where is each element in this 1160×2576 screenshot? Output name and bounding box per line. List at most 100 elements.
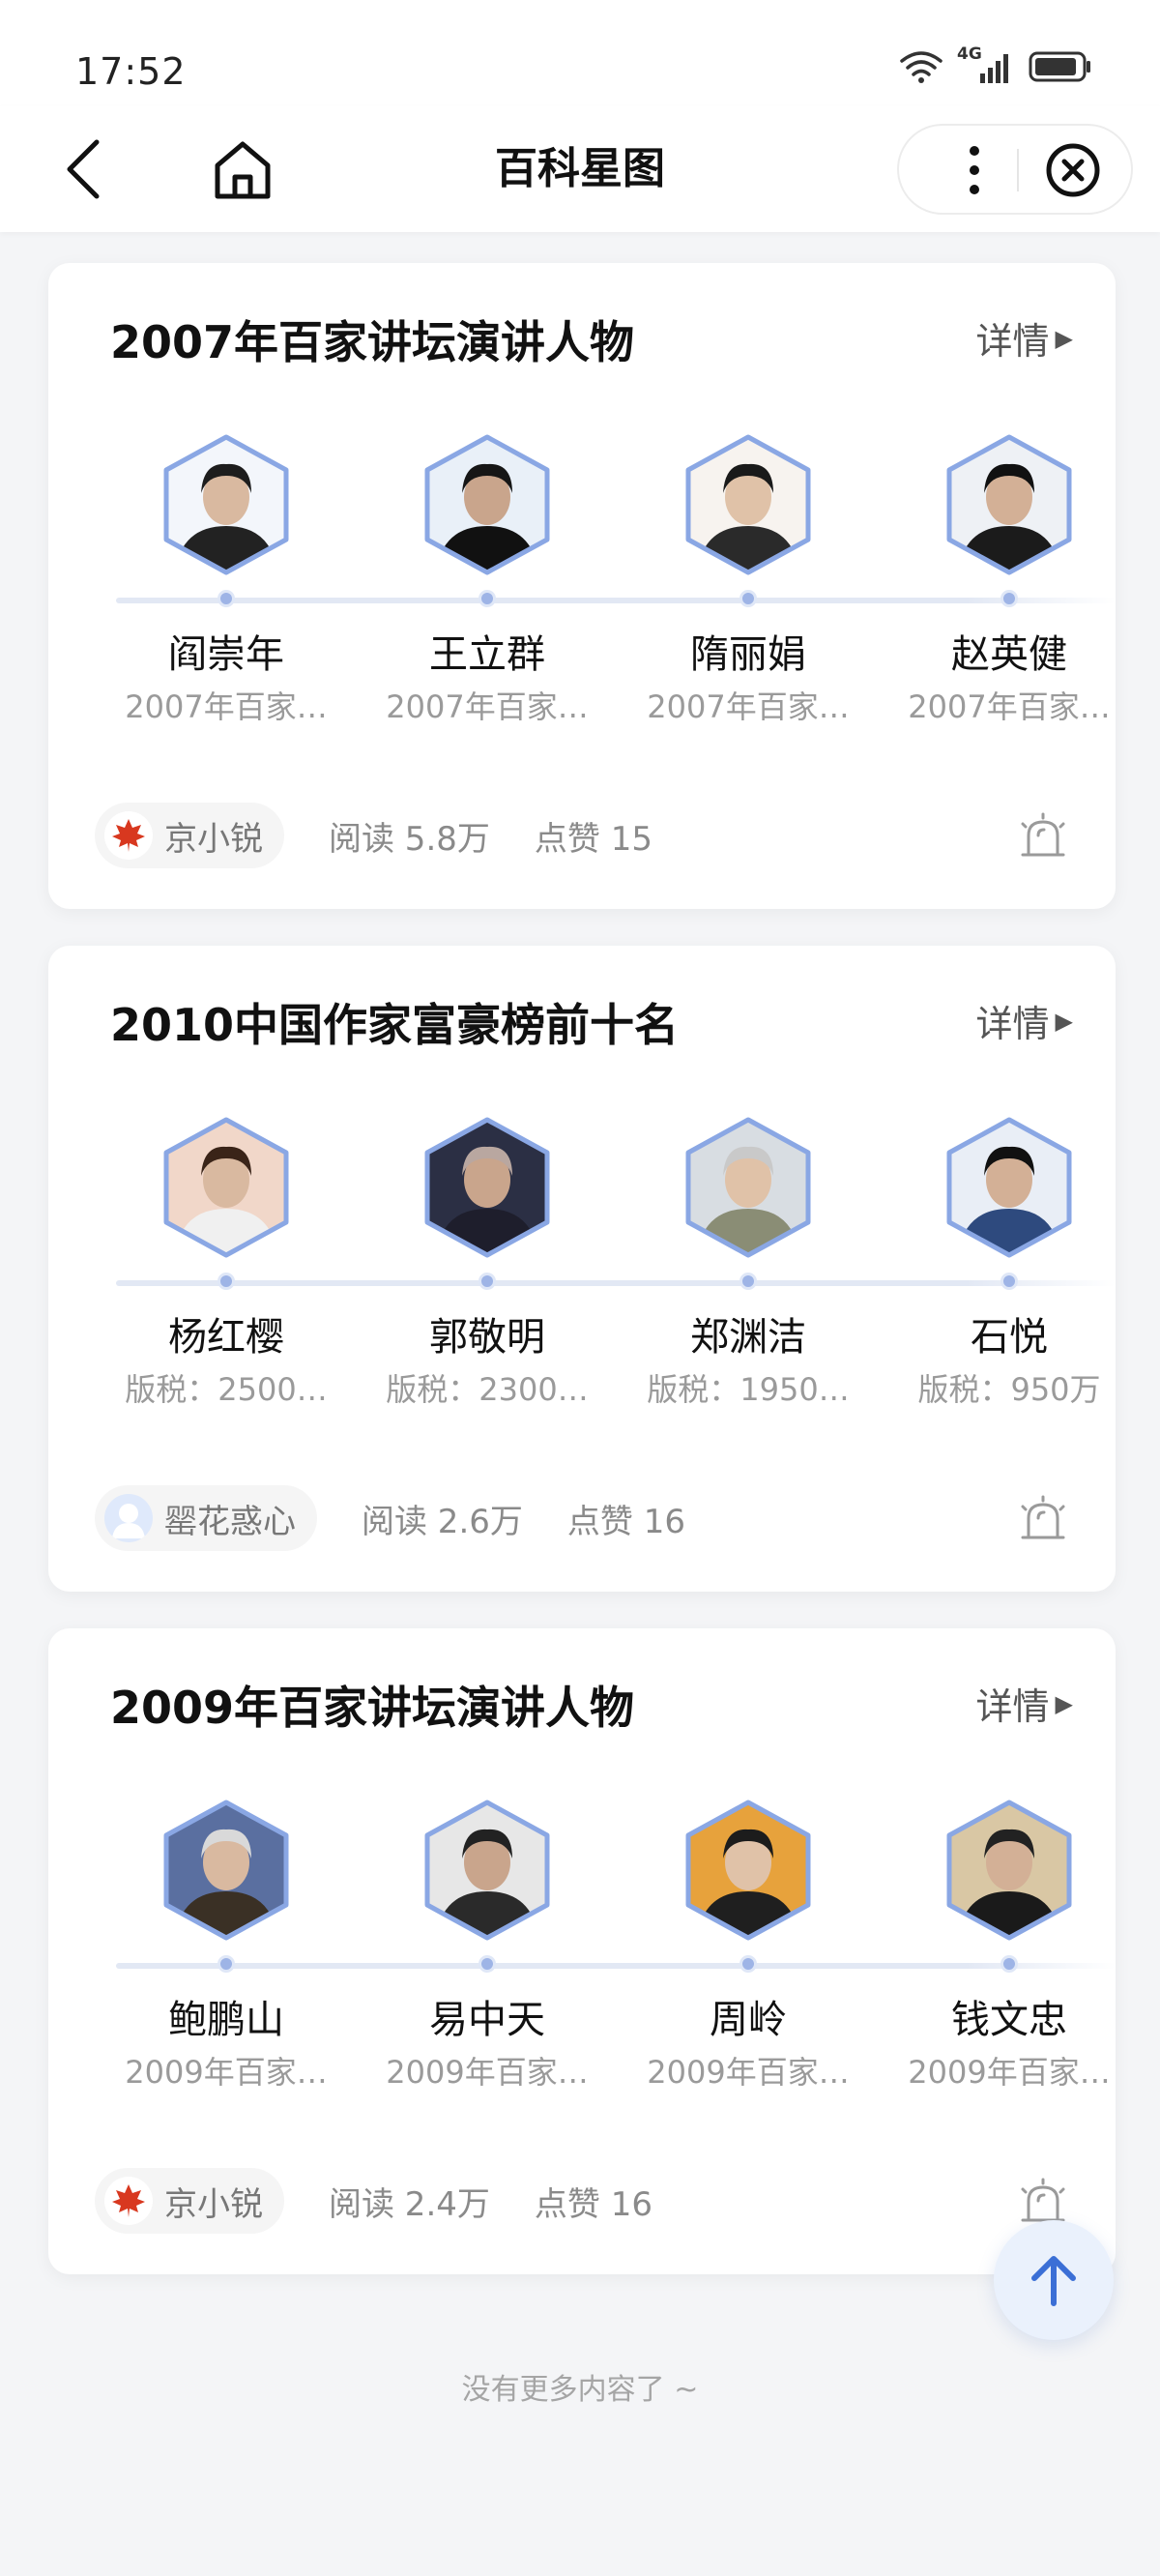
wifi-icon	[900, 51, 942, 83]
detail-link[interactable]: 详情 ▶	[976, 311, 1073, 365]
person-description: 2007年百家…	[647, 688, 850, 725]
detail-link[interactable]: 详情 ▶	[976, 1677, 1073, 1730]
alert-light-icon[interactable]	[1019, 812, 1067, 861]
status-time: 17:52	[75, 50, 187, 93]
cellular-signal-icon: 4G	[957, 44, 1015, 85]
person-description: 2009年百家…	[386, 2054, 589, 2091]
arrow-up-icon	[1031, 2256, 1076, 2306]
more-button[interactable]	[947, 143, 1001, 197]
person-avatar	[943, 433, 1075, 576]
list-card[interactable]: 2009年百家讲坛演讲人物 详情 ▶ 鲍鹏山 2009年百家… 易中天 2009年百家…	[48, 1628, 1116, 2274]
person-name: 易中天	[429, 1998, 545, 2042]
person-item[interactable]: 钱文忠 2009年百家…	[903, 1799, 1116, 2108]
person-name: 钱文忠	[951, 1998, 1067, 2042]
list-card[interactable]: 2010中国作家富豪榜前十名 详情 ▶ 杨红樱 版税：2500… 郭敬明 版税：230…	[48, 946, 1116, 1592]
like-count: 点赞 15	[534, 819, 652, 859]
capsule-divider	[1017, 149, 1019, 191]
person-description: 2007年百家…	[125, 688, 328, 725]
person-item[interactable]: 石悦 版税：950万	[903, 1116, 1116, 1425]
maple-leaf-icon	[112, 819, 145, 852]
timeline-dot	[478, 590, 496, 607]
author-chip[interactable]: 京小锐	[95, 803, 284, 868]
person-item[interactable]: 王立群 2007年百家…	[381, 433, 594, 743]
person-description: 版税：950万	[917, 1371, 1101, 1408]
author-chip[interactable]: 罂花惑心	[95, 1485, 317, 1551]
timeline-dot	[478, 1273, 496, 1290]
timeline-dot	[218, 1955, 235, 1973]
card-title: 2007年百家讲坛演讲人物	[110, 316, 635, 368]
author-name: 京小锐	[164, 819, 263, 859]
person-avatar	[421, 1799, 553, 1942]
user-avatar-icon	[112, 1504, 145, 1538]
like-count: 点赞 16	[566, 1502, 685, 1541]
alert-light-icon[interactable]	[1019, 2178, 1067, 2226]
timeline-dot	[1000, 1273, 1018, 1290]
person-description: 2009年百家…	[647, 2054, 850, 2091]
battery-icon	[1029, 51, 1090, 82]
caret-right-icon: ▶	[1055, 1689, 1073, 1717]
person-item[interactable]: 郭敬明版税：2300…	[381, 1116, 594, 1425]
author-chip[interactable]: 京小锐	[95, 2168, 284, 2234]
read-count: 阅读 2.4万	[329, 2184, 490, 2224]
card-footer: 京小锐 阅读 2.4万 点赞 16	[95, 2168, 652, 2234]
status-icons: 4G	[899, 44, 1092, 85]
person-item[interactable]: 鲍鹏山 2009年百家…	[120, 1799, 333, 2108]
detail-label: 详情	[975, 1003, 1050, 1045]
person-description: 版税：1950…	[647, 1371, 850, 1408]
person-description: 版税：2500…	[125, 1371, 328, 1408]
person-avatar	[421, 1116, 553, 1259]
person-name: 郑渊洁	[690, 1315, 806, 1360]
person-avatar	[682, 1799, 814, 1942]
person-name: 赵英健	[951, 632, 1067, 677]
card-title: 2010中国作家富豪榜前十名	[110, 999, 680, 1051]
detail-label: 详情	[975, 1685, 1050, 1728]
read-count: 阅读 5.8万	[329, 819, 490, 859]
person-name: 阎崇年	[168, 632, 284, 677]
detail-link[interactable]: 详情 ▶	[976, 994, 1073, 1047]
card-title: 2009年百家讲坛演讲人物	[110, 1682, 635, 1734]
timeline-dot	[740, 590, 757, 607]
person-item[interactable]: 隋丽娟 2007年百家…	[642, 433, 855, 743]
card-footer: 罂花惑心 阅读 2.6万 点赞 16	[95, 1485, 685, 1551]
timeline-dot	[1000, 1955, 1018, 1973]
detail-label: 详情	[975, 320, 1050, 363]
timeline-dot	[478, 1955, 496, 1973]
timeline-dot	[740, 1273, 757, 1290]
person-avatar	[682, 433, 814, 576]
person-item[interactable]: 郑渊洁版税：1950…	[642, 1116, 855, 1425]
person-avatar	[160, 1116, 292, 1259]
timeline-dot	[218, 590, 235, 607]
author-name: 罂花惑心	[164, 1502, 296, 1541]
end-of-list-text: 没有更多内容了 ~	[461, 2373, 699, 2407]
person-name: 周岭	[710, 1998, 787, 2042]
more-vertical-icon	[970, 146, 979, 194]
maple-leaf-icon	[112, 2184, 145, 2217]
close-button[interactable]	[1044, 141, 1102, 199]
person-item[interactable]: 易中天 2009年百家…	[381, 1799, 594, 2108]
person-avatar	[160, 1799, 292, 1942]
alert-light-icon[interactable]	[1019, 1495, 1067, 1543]
person-name: 郭敬明	[429, 1315, 545, 1360]
person-item[interactable]: 周岭 2009年百家…	[642, 1799, 855, 2108]
person-avatar	[943, 1799, 1075, 1942]
back-to-top-button[interactable]	[994, 2220, 1114, 2340]
read-count: 阅读 2.6万	[362, 1502, 523, 1541]
list-card[interactable]: 2007年百家讲坛演讲人物 详情 ▶ 阎崇年 2007年百家… 王立群 2007年百家…	[48, 263, 1116, 909]
timeline-dot	[740, 1955, 757, 1973]
nav-bar: 百科星图	[0, 106, 1160, 232]
close-circle-icon	[1046, 143, 1100, 197]
person-avatar	[421, 433, 553, 576]
person-name: 鲍鹏山	[168, 1998, 284, 2042]
person-item[interactable]: 阎崇年 2007年百家…	[120, 433, 333, 743]
person-name: 杨红樱	[168, 1315, 284, 1360]
person-item[interactable]: 杨红樱版税：2500…	[120, 1116, 333, 1425]
person-item[interactable]: 赵英健 2007年百家…	[903, 433, 1116, 743]
person-description: 版税：2300…	[386, 1371, 589, 1408]
card-footer: 京小锐 阅读 5.8万 点赞 15	[95, 803, 652, 868]
person-avatar	[682, 1116, 814, 1259]
person-avatar	[160, 433, 292, 576]
caret-right-icon: ▶	[1055, 1007, 1073, 1035]
like-count: 点赞 16	[534, 2184, 652, 2224]
person-name: 王立群	[429, 632, 545, 677]
timeline-dot	[218, 1273, 235, 1290]
